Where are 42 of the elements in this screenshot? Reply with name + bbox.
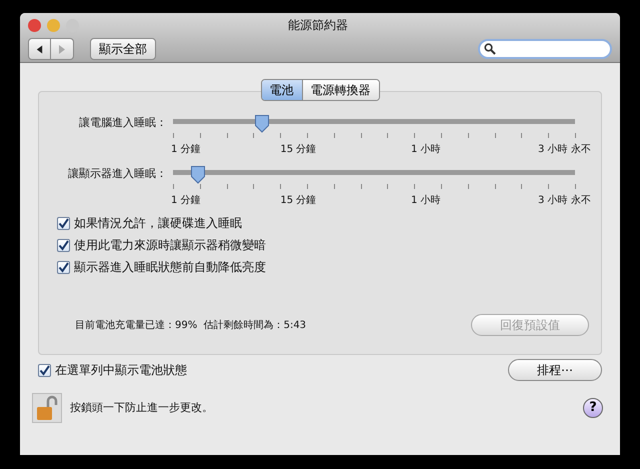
battery-status: 目前電池充電量已達：99% 估計剩餘時間為：5:43 bbox=[75, 318, 306, 332]
slider-thumb[interactable] bbox=[190, 165, 206, 184]
right-triangle-icon bbox=[57, 44, 67, 54]
checkbox-label: 如果情況允許，讓硬碟進入睡眠 bbox=[74, 215, 242, 232]
back-button[interactable] bbox=[28, 38, 51, 60]
checkbox[interactable] bbox=[57, 260, 70, 274]
checkbox-label: 在選單列中顯示電池狀態 bbox=[55, 362, 187, 379]
unlocked-padlock-icon bbox=[36, 395, 58, 421]
tick-label: 1 小時 bbox=[410, 194, 441, 208]
slider-label: 讓顯示器進入睡眠： bbox=[67, 166, 167, 182]
help-button[interactable]: ? bbox=[583, 398, 603, 418]
tab[interactable]: 電源轉換器 bbox=[302, 80, 378, 100]
window-title: 能源節約器 bbox=[288, 18, 348, 32]
tick-label: 15 分鐘 bbox=[280, 194, 316, 208]
checkbox[interactable] bbox=[38, 364, 51, 376]
checkbox[interactable] bbox=[57, 238, 70, 252]
checkmark-icon bbox=[58, 218, 69, 228]
tick-label: 3 小時 bbox=[538, 194, 568, 208]
tick-label: 15 分鐘 bbox=[280, 143, 316, 157]
checkmark-icon bbox=[58, 240, 69, 250]
search-field[interactable] bbox=[478, 39, 612, 59]
checkbox[interactable] bbox=[57, 216, 70, 230]
checkbox-label: 使用此電力來源時讓顯示器稍微變暗 bbox=[74, 237, 266, 254]
lock-button[interactable] bbox=[32, 393, 62, 423]
tick-label: 1 分鐘 bbox=[171, 194, 201, 208]
close-button[interactable] bbox=[28, 18, 41, 32]
slider-label: 讓電腦進入睡眠： bbox=[78, 115, 167, 132]
show-all-button[interactable]: 顯示全部 bbox=[90, 38, 156, 60]
search-icon bbox=[484, 43, 496, 55]
schedule-button[interactable]: 排程⋯ bbox=[508, 359, 602, 381]
checkmark-icon bbox=[39, 364, 50, 376]
checkbox-label: 顯示器進入睡眠狀態前自動降低亮度 bbox=[74, 259, 266, 276]
slider-thumb[interactable] bbox=[254, 114, 270, 133]
tick-label: 永不 bbox=[571, 194, 591, 208]
tick-label: 1 分鐘 bbox=[171, 143, 201, 157]
tick-label: 3 小時 bbox=[538, 142, 568, 157]
lock-hint: 按鎖頭一下防止進一步更改。 bbox=[70, 400, 213, 416]
checkmark-icon bbox=[58, 262, 69, 272]
tick-label: 1 小時 bbox=[410, 142, 441, 157]
tab[interactable]: 電池 bbox=[262, 80, 302, 100]
tick-label: 永不 bbox=[571, 142, 591, 157]
left-triangle-icon bbox=[35, 44, 44, 54]
